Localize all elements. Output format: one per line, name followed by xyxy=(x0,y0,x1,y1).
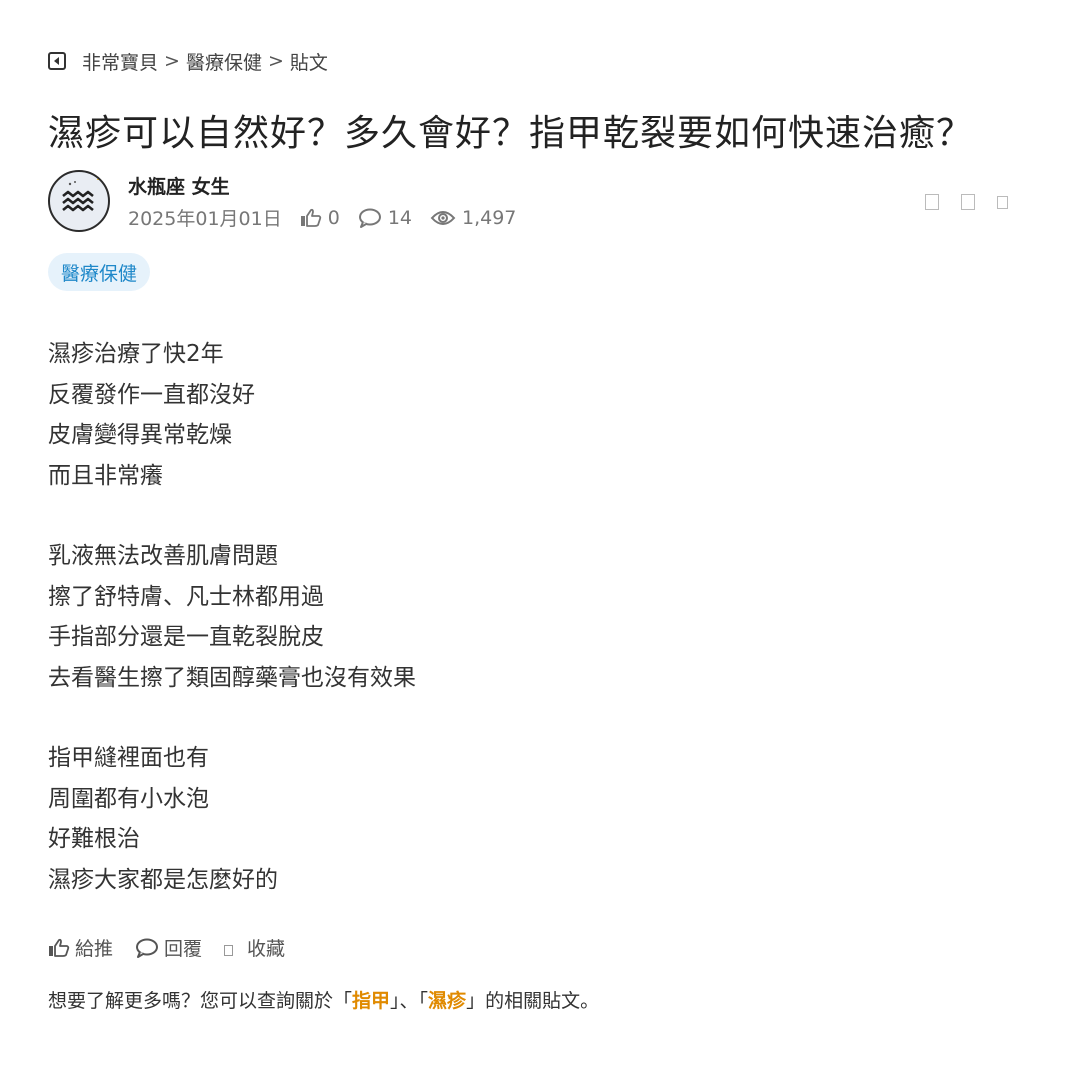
body-line: 指甲縫裡面也有 xyxy=(48,745,209,771)
related-prefix: 想要了解更多嗎？您可以查詢關於「 xyxy=(48,990,353,1012)
breadcrumb-item-category[interactable]: 醫療保健 xyxy=(186,48,262,75)
avatar[interactable] xyxy=(48,170,110,232)
keyword-link-eczema[interactable]: 濕疹 xyxy=(428,990,466,1012)
body-line: 好難根治 xyxy=(48,826,140,852)
related-suffix: 」的相關貼文。 xyxy=(466,990,600,1012)
comment-count: 14 xyxy=(358,207,412,229)
body-line: 去看醫生擦了類固醇藥膏也沒有效果 xyxy=(48,664,416,691)
back-icon[interactable] xyxy=(48,52,66,70)
thumb-up-icon xyxy=(49,938,70,957)
post-toolbar xyxy=(925,194,1008,210)
breadcrumb-separator: > xyxy=(267,50,284,72)
share-icon[interactable] xyxy=(925,194,939,210)
body-line: 濕疹大家都是怎麼好的 xyxy=(48,866,278,893)
more-icon[interactable] xyxy=(997,196,1008,209)
body-line: 擦了舒特膚、凡士林都用過 xyxy=(48,583,324,610)
body-line: 周圍都有小水泡 xyxy=(48,785,209,812)
related-mid: 」、「 xyxy=(390,990,429,1012)
eye-icon xyxy=(430,210,456,225)
bookmark-icon xyxy=(224,945,234,956)
comment-count-value: 14 xyxy=(387,206,412,229)
speech-bubble-icon xyxy=(358,208,381,228)
like-button-label: 給推 xyxy=(75,938,114,960)
speech-bubble-icon xyxy=(136,938,159,958)
save-button-label: 收藏 xyxy=(247,938,286,960)
category-tag[interactable]: 醫療保健 xyxy=(48,253,151,291)
thumb-up-icon xyxy=(300,208,321,227)
breadcrumb-item-current: 貼文 xyxy=(289,51,328,74)
body-line: 反覆發作一直都沒好 xyxy=(48,381,255,408)
like-button[interactable]: 給推 xyxy=(48,934,113,961)
reply-button-label: 回覆 xyxy=(164,938,203,960)
paragraph: 乳液無法改善肌膚問題 擦了舒特膚、凡士林都用過 手指部分還是一直乾裂脫皮 去看醫… xyxy=(48,536,416,698)
body-line: 手指部分還是一直乾裂脫皮 xyxy=(48,624,324,650)
aquarius-icon xyxy=(52,174,106,228)
keyword-link-nail[interactable]: 指甲 xyxy=(352,990,390,1012)
page-title: 濕疹可以自然好？多久會好？指甲乾裂要如何快速治癒？ xyxy=(48,113,974,154)
paragraph: 濕疹治療了快2年 反覆發作一直都沒好 皮膚變得異常乾燥 而且非常癢 xyxy=(48,334,416,496)
author-name[interactable]: 水瓶座 女生 xyxy=(128,172,230,199)
post-date: 2025年01月01日 xyxy=(128,208,282,230)
breadcrumb: 非常寶貝 > 醫療保健 > 貼文 xyxy=(48,48,328,74)
like-count-value: 0 xyxy=(327,206,340,229)
save-button[interactable]: 收藏 xyxy=(224,934,285,961)
view-count: 1,497 xyxy=(430,207,516,229)
body-line: 濕疹治療了快2年 xyxy=(48,341,224,367)
body-line: 皮膚變得異常乾燥 xyxy=(48,422,232,448)
post-body: 濕疹治療了快2年 反覆發作一直都沒好 皮膚變得異常乾燥 而且非常癢 乳液無法改善… xyxy=(48,334,416,940)
breadcrumb-separator: > xyxy=(164,50,180,72)
bookmark-icon[interactable] xyxy=(961,194,975,210)
author-row: 水瓶座 女生 2025年01月01日 0 14 1,497 xyxy=(48,170,1032,234)
breadcrumb-item-home[interactable]: 非常寶貝 xyxy=(82,48,158,75)
related-posts-hint: 想要了解更多嗎？您可以查詢關於「指甲」、「濕疹」的相關貼文。 xyxy=(48,986,599,1013)
like-count: 0 xyxy=(300,207,340,229)
paragraph: 指甲縫裡面也有 周圍都有小水泡 好難根治 濕疹大家都是怎麼好的 xyxy=(48,738,416,900)
view-count-value: 1,497 xyxy=(462,206,517,229)
post-actions: 給推 回覆 收藏 xyxy=(48,934,307,961)
reply-button[interactable]: 回覆 xyxy=(135,934,202,961)
body-line: 乳液無法改善肌膚問題 xyxy=(48,543,278,569)
body-line: 而且非常癢 xyxy=(48,462,163,489)
post-meta: 2025年01月01日 0 14 1,497 xyxy=(128,204,516,231)
